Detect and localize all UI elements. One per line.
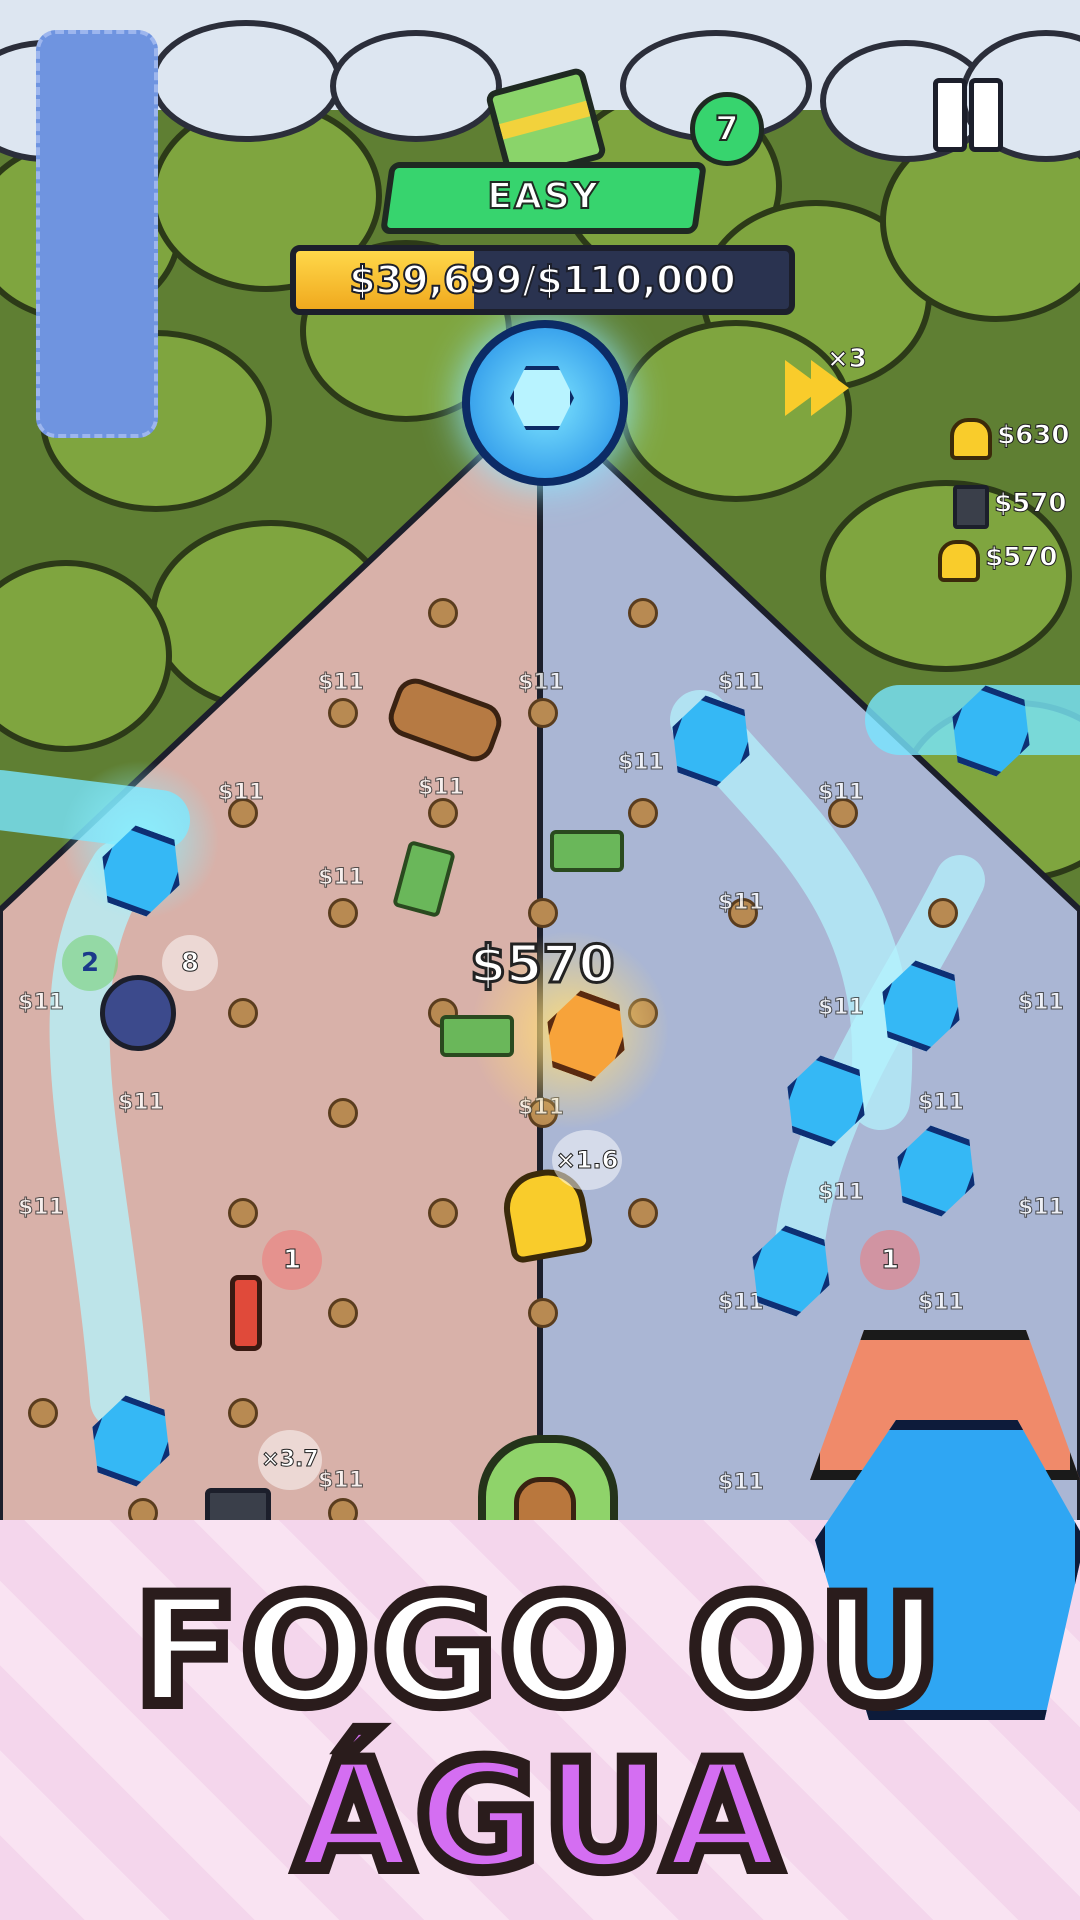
peg-value-label: $11 [718, 670, 765, 696]
can-multiplier: ×3.7 [258, 1430, 322, 1490]
bomb-counter-badge: 8 [162, 935, 218, 991]
speed-multiplier: ×3 [827, 344, 868, 375]
peg-value-label: $11 [18, 990, 65, 1016]
flame-count: 7 [714, 108, 740, 150]
feed-item: $630 [950, 418, 1070, 460]
bell-icon [938, 540, 980, 582]
peg-value-label: $11 [318, 865, 365, 891]
peg-value-label: $11 [918, 1090, 965, 1116]
feed-amount: $630 [997, 420, 1070, 451]
peg-value-label: $11 [418, 775, 465, 801]
peg-value-label: $11 [818, 780, 865, 806]
trash-can-icon [953, 485, 989, 529]
peg-value-label: $11 [718, 1470, 765, 1496]
peg-value-label: $11 [318, 670, 365, 696]
potion-item [230, 1275, 262, 1351]
feed-amount: $570 [994, 488, 1067, 519]
peg-value-label: $11 [1018, 1195, 1065, 1221]
difficulty-banner: EASY [379, 162, 708, 234]
peg-value-label: $11 [718, 890, 765, 916]
difficulty-label: EASY [486, 175, 600, 218]
payout-popup: $570 [469, 934, 617, 997]
bell-icon [950, 418, 992, 460]
cash-bill [550, 830, 624, 872]
bomb [100, 975, 176, 1051]
peg-value-label: $11 [818, 995, 865, 1021]
cash-bill [440, 1015, 514, 1057]
peg-value-label: $11 [618, 750, 665, 776]
peg-value-label: $11 [218, 780, 265, 806]
money-progress-text: $39,699/$110,000 [348, 257, 736, 303]
promo-title-line1: FOGO OU [129, 1559, 947, 1745]
peg-value-label: $11 [118, 1090, 165, 1116]
bomb-hits-badge: 2 [62, 935, 118, 991]
left-counter-badge: 1 [262, 1230, 322, 1290]
peg-value-label: $11 [818, 1180, 865, 1206]
launcher-orb[interactable] [462, 320, 628, 486]
right-counter-badge: 1 [860, 1230, 920, 1290]
peg-value-label: $11 [1018, 990, 1065, 1016]
feed-amount: $570 [985, 542, 1058, 573]
feed-item: $570 [938, 540, 1058, 582]
pause-button[interactable] [933, 78, 1003, 152]
feed-item: $570 [953, 485, 1067, 529]
speed-button[interactable]: ×3 [785, 344, 867, 420]
peg-value-label: $11 [918, 1290, 965, 1316]
flame-counter: 7 [690, 92, 764, 166]
promo-title-line2: ÁGUA [290, 1724, 787, 1910]
peg-value-label: $11 [318, 1468, 365, 1494]
peg-value-label: $11 [18, 1195, 65, 1221]
side-panel[interactable] [36, 30, 158, 438]
bell-multiplier: ×1.6 [552, 1130, 622, 1190]
peg-value-label: $11 [518, 670, 565, 696]
money-progress-bar: $39,699/$110,000 [290, 245, 795, 315]
